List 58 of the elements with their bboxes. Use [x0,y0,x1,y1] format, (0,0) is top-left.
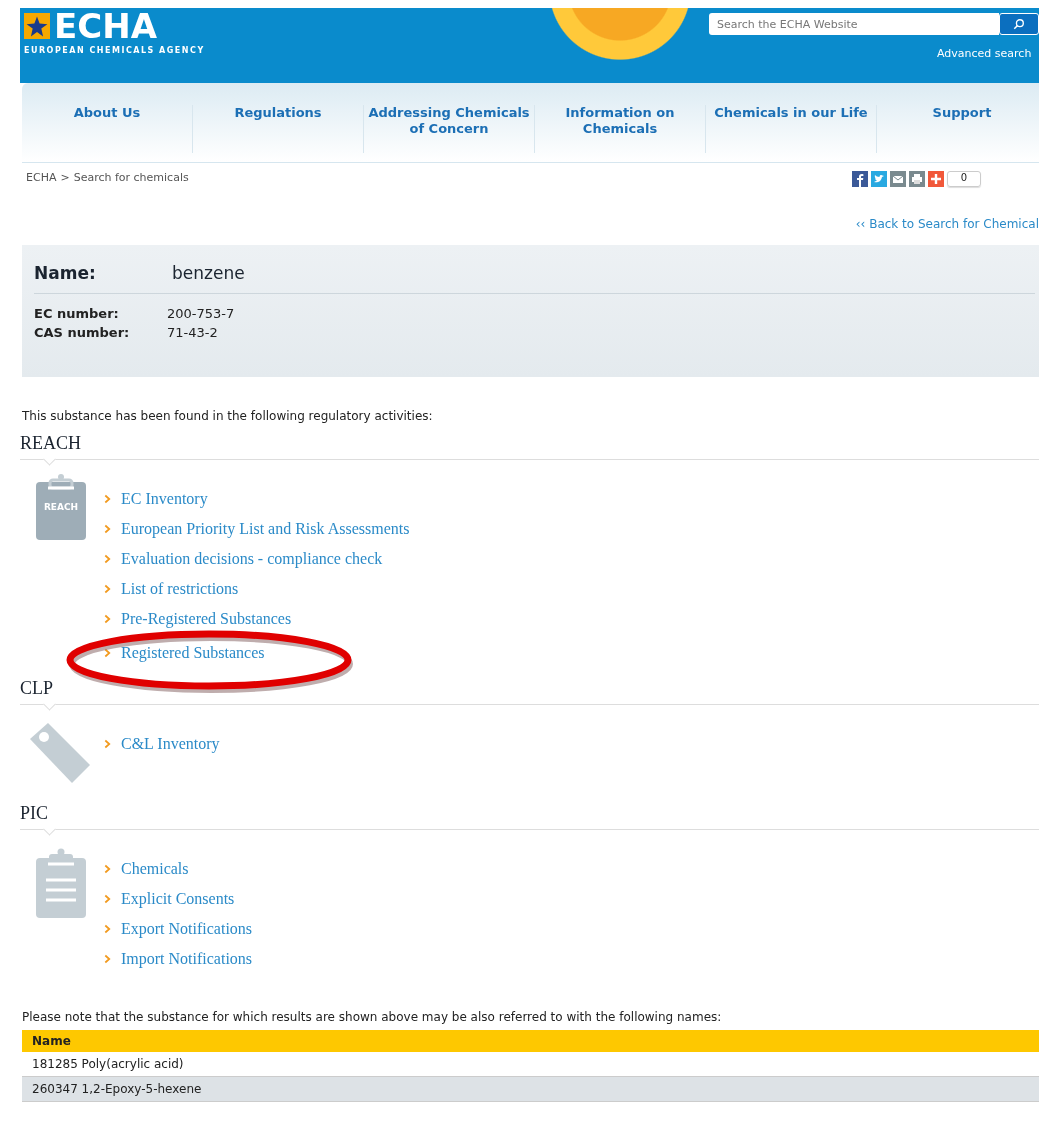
nav-item[interactable]: Information on Chemicals [535,105,706,153]
activity-link[interactable]: List of restrictions [121,580,239,598]
activity-link[interactable]: Export Notifications [121,920,253,938]
chevron-icon [104,524,111,534]
activity-link[interactable]: EC Inventory [121,490,208,508]
chevron-icon [104,554,111,564]
logo-text[interactable]: ECHA [24,8,205,44]
nav-item[interactable]: Chemicals in our Life [706,105,877,153]
field-value: 200-753-7 [167,306,235,321]
chevron-icon [104,954,111,964]
email-icon[interactable] [890,171,906,187]
field-label: CAS number: [34,325,131,340]
column-header: Name [22,1030,1039,1052]
advanced-search-link[interactable]: Advanced search [709,47,1039,60]
activity-link[interactable]: Explicit Consents [121,890,235,908]
logo-subtitle: EUROPEAN CHEMICALS AGENCY [24,46,205,55]
activity-link[interactable]: Evaluation decisions - compliance check [121,550,383,568]
substance-name: benzene [172,263,245,283]
nav-item[interactable]: About Us [22,105,193,153]
nav-item[interactable]: Addressing Chemicals of Concern [364,105,535,153]
breadcrumb-separator: > [60,171,70,184]
activity-link[interactable]: Pre-Registered Substances [121,610,292,628]
chevron-icon [104,494,111,504]
activity-link[interactable]: European Priority List and Risk Assessments [121,520,410,538]
share-count: 0 [947,171,981,187]
chevron-icon [104,614,111,624]
activity-link[interactable]: Registered Substances [121,644,265,662]
facebook-icon[interactable] [852,171,868,187]
section-title: REACH [20,433,82,454]
field-value: 71-43-2 [167,325,219,340]
star-icon [24,13,50,39]
chevron-icon [104,864,111,874]
activity-link[interactable]: Chemicals [121,860,189,878]
table-cell: 260347 1,2-Epoxy-5-hexene [22,1077,1039,1102]
section-title: PIC [20,803,49,824]
chevron-icon [104,894,111,904]
name-label: Name: [34,263,97,283]
search-field[interactable]: Search the ECHA Website [709,13,999,35]
breadcrumb-link[interactable]: ECHA [26,171,57,184]
chevron-icon [104,648,111,658]
intro-text: This substance has been found in the following regulatory activities: [22,409,434,423]
activity-link[interactable]: Import Notifications [121,950,253,968]
activity-link[interactable]: C&L Inventory [121,735,220,753]
nav-item[interactable]: Support [877,105,1039,153]
section-title: CLP [20,678,54,699]
search-icon [1013,18,1025,30]
search-button[interactable] [999,13,1039,35]
chevron-icon [104,584,111,594]
plus-icon[interactable] [928,171,944,187]
print-icon[interactable] [909,171,925,187]
chevron-icon [104,924,111,934]
chevron-icon [104,739,111,749]
breadcrumb-current: Search for chemicals [73,171,189,184]
note-text: Please note that the substance for which results are shown above may be also referred to with the following names: [22,1010,723,1024]
back-link[interactable]: ‹‹ Back to Search for Chemical [855,217,1039,245]
field-label: EC number: [34,306,120,321]
clipboard-icon [36,848,86,918]
nav-item[interactable]: Regulations [193,105,364,153]
